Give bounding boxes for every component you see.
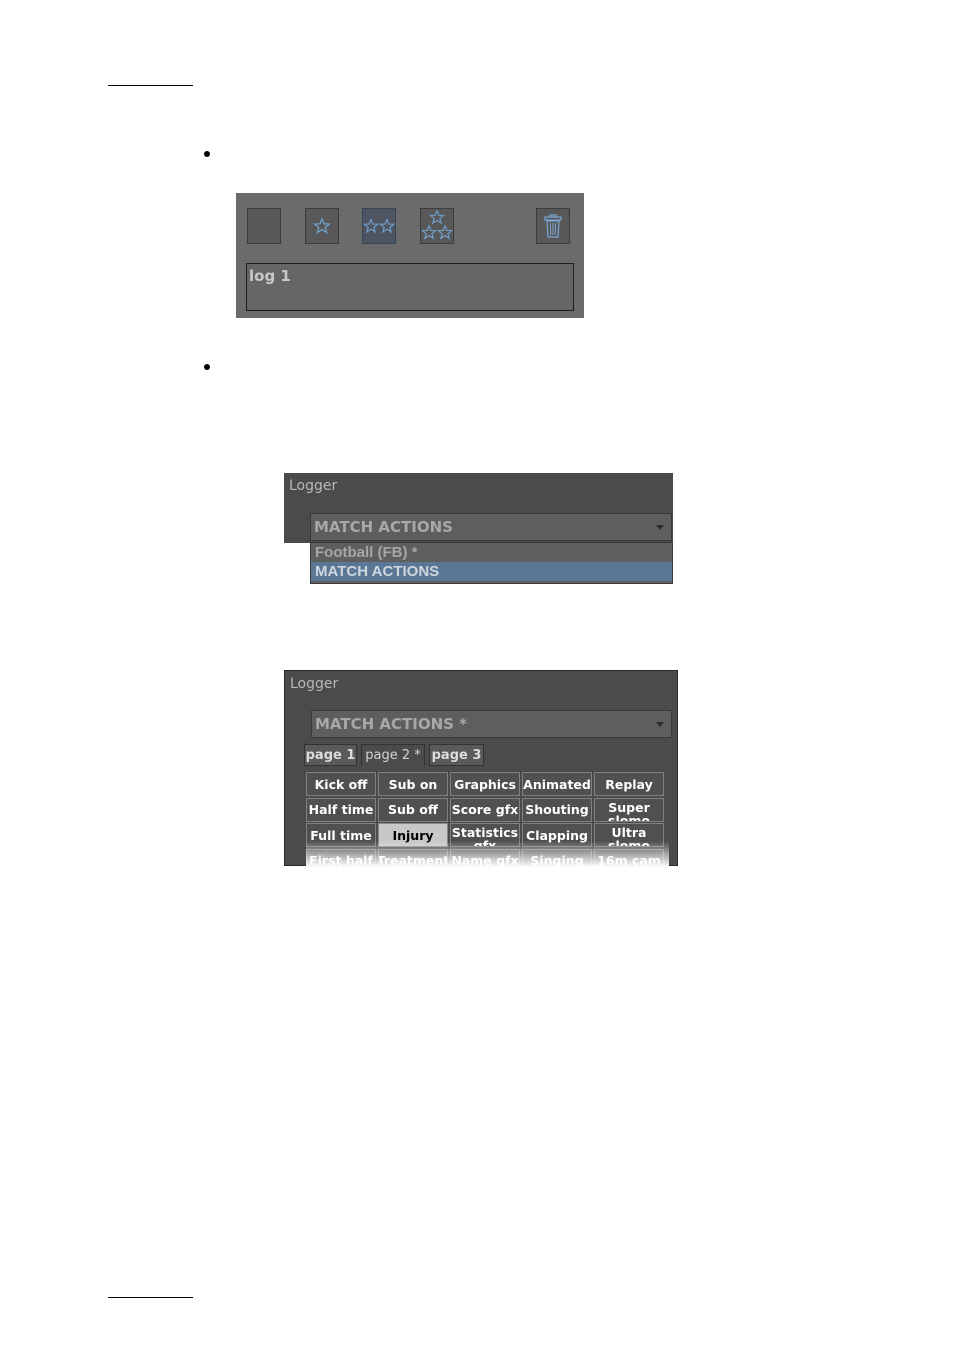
logger-button-grid: Kick off Sub on Graphics Animated Replay Half… [306, 772, 669, 867]
logger-dropdown-list: Football (FB) * MATCH ACTIONS [310, 542, 673, 584]
action-button[interactable]: Statistics gfx [450, 823, 520, 847]
action-button[interactable]: Full time [306, 823, 376, 847]
action-button[interactable]: Animated [522, 772, 592, 796]
trash-icon [544, 214, 562, 238]
bullet-2 [204, 364, 210, 370]
logger-title: Logger [289, 478, 338, 494]
two-stars-icon [363, 217, 395, 235]
action-button[interactable]: Sub off [378, 797, 448, 822]
log-panel: log 1 [236, 193, 584, 318]
logger-select[interactable]: MATCH ACTIONS * [311, 710, 672, 738]
three-star-button[interactable] [420, 208, 454, 244]
action-button[interactable]: Singing [522, 848, 592, 867]
logger-select-value: MATCH ACTIONS * [315, 715, 467, 733]
bullet-1 [204, 151, 210, 157]
chevron-down-icon [656, 722, 664, 727]
action-button[interactable]: Shouting [522, 797, 592, 822]
tab-page-2[interactable]: page 2 * [361, 744, 425, 766]
dropdown-option-match-actions[interactable]: MATCH ACTIONS [311, 562, 672, 581]
one-star-icon [313, 217, 331, 235]
logger-title: Logger [290, 676, 339, 692]
action-button[interactable]: Half time [306, 797, 376, 822]
header-rule [108, 85, 193, 86]
action-button[interactable]: Injury [378, 823, 448, 847]
action-button[interactable]: Name gfx [450, 848, 520, 867]
action-button[interactable]: Sub on [378, 772, 448, 796]
logger-select-value: MATCH ACTIONS [314, 518, 453, 536]
tab-page-1[interactable]: page 1 [304, 744, 357, 766]
action-button[interactable]: Replay [594, 772, 664, 796]
logger-select[interactable]: MATCH ACTIONS [310, 513, 672, 541]
action-button[interactable]: First half [306, 848, 376, 867]
two-star-button[interactable] [362, 208, 396, 244]
dropdown-option-football[interactable]: Football (FB) * [311, 543, 672, 562]
action-button[interactable]: Score gfx [450, 797, 520, 822]
action-button[interactable]: Ultra slomo [594, 823, 664, 847]
action-button[interactable]: Graphics [450, 772, 520, 796]
log-name-field[interactable]: log 1 [246, 263, 574, 311]
delete-button[interactable] [536, 208, 570, 244]
logger-dropdown-panel: Logger MATCH ACTIONS [284, 473, 673, 543]
chevron-down-icon [656, 525, 664, 530]
one-star-button[interactable] [305, 208, 339, 244]
no-rating-button[interactable] [247, 208, 281, 244]
action-button[interactable]: Super slomo [594, 797, 664, 822]
action-button[interactable]: 16m cam [594, 848, 664, 867]
action-button[interactable]: Clapping [522, 823, 592, 847]
action-button[interactable]: Treatment [378, 848, 448, 867]
log-name-text: log 1 [249, 267, 291, 285]
tab-page-3[interactable]: page 3 [429, 744, 484, 766]
footer-rule [108, 1297, 193, 1298]
three-stars-icon [421, 210, 453, 242]
logger-grid-panel: Logger MATCH ACTIONS * page 1 page 2 * p… [284, 670, 678, 867]
action-button[interactable]: Kick off [306, 772, 376, 796]
